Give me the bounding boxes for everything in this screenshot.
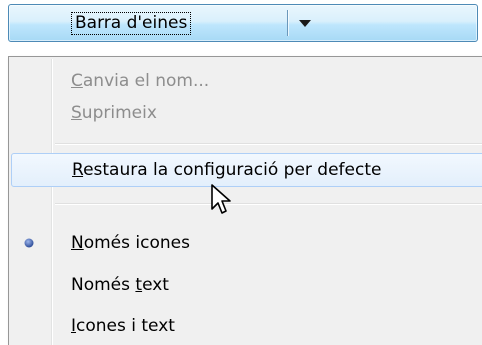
toolbar-split-button[interactable]: Barra d'eines bbox=[8, 4, 478, 42]
menu-item-label: Només icones bbox=[71, 233, 190, 253]
menu-item-icons-and-text[interactable]: Icones i text bbox=[11, 310, 482, 342]
menu-item-icons-only[interactable]: Només icones bbox=[11, 227, 482, 259]
context-menu: Canvia el nom... Suprimeix Restaura la c… bbox=[8, 56, 482, 345]
menu-item-label: Icones i text bbox=[71, 316, 175, 336]
toolbar-button-label-wrap[interactable]: Barra d'eines bbox=[71, 12, 192, 35]
menu-item-label: Només text bbox=[71, 275, 169, 295]
toolbar-button-label: Barra d'eines bbox=[71, 12, 192, 35]
chevron-down-icon[interactable] bbox=[293, 11, 317, 35]
menu-separator bbox=[55, 203, 482, 205]
menu-item-label: Suprimeix bbox=[71, 103, 157, 123]
split-divider bbox=[287, 10, 288, 36]
screen: Barra d'eines Canvia el nom... Suprimeix… bbox=[0, 0, 482, 345]
menu-item-text-only[interactable]: Només text bbox=[11, 269, 482, 301]
radio-bullet-icon bbox=[24, 238, 34, 248]
menu-item-label: Restaura la configuració per defecte bbox=[72, 160, 382, 180]
menu-separator bbox=[55, 143, 482, 145]
menu-item-restore-defaults[interactable]: Restaura la configuració per defecte bbox=[11, 153, 482, 187]
menu-item-label: Canvia el nom... bbox=[71, 71, 210, 91]
menu-item-rename[interactable]: Canvia el nom... bbox=[11, 65, 482, 97]
menu-item-delete[interactable]: Suprimeix bbox=[11, 97, 482, 129]
